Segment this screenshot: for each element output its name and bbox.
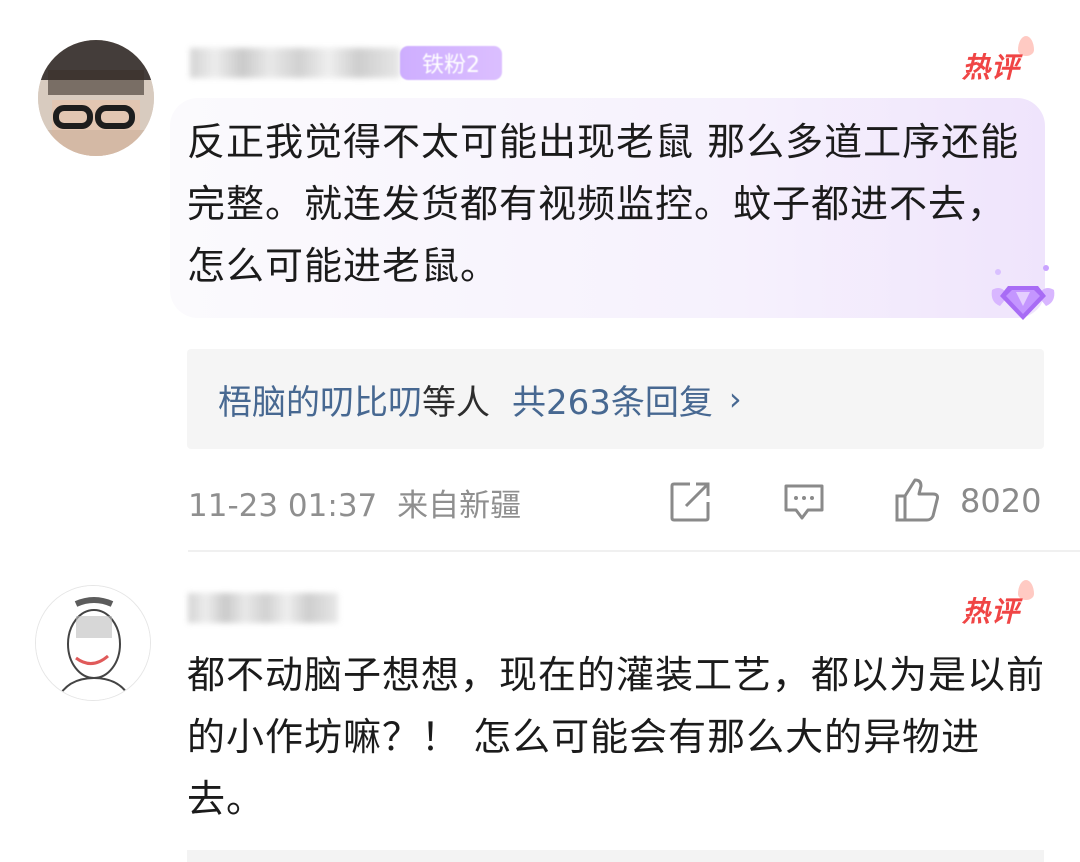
user-avatar-1[interactable] (38, 40, 154, 156)
username-1-blurred[interactable] (190, 48, 400, 78)
reply-others-label: 等人 (422, 382, 490, 423)
thumbs-up-icon[interactable] (893, 476, 941, 524)
like-count: 8020 (960, 482, 1042, 520)
comment-text-2: 都不动脑子想想，现在的灌装工艺，都以为是以前的小作坊嘛？！ 怎么可能会有那么大的… (187, 653, 1046, 821)
gem-icon (991, 265, 1055, 320)
user-avatar-2[interactable] (35, 585, 151, 701)
share-icon[interactable] (668, 480, 712, 524)
comment-feed: 铁粉2 热评 反正我觉得不太可能出现老鼠 那么多道工序还能完整。就连发货都有视频… (0, 0, 1080, 862)
flame-icon (1018, 580, 1034, 600)
username-2-blurred[interactable] (188, 593, 338, 623)
next-replies-box[interactable] (187, 850, 1044, 862)
fan-badge: 铁粉2 (400, 46, 502, 80)
comment-icon[interactable] (782, 482, 826, 522)
flame-icon (1018, 36, 1034, 56)
reply-user-names[interactable]: 梧脑的叨比叨 (218, 375, 422, 424)
reply-count[interactable]: 共263条回复 (512, 375, 713, 424)
comment-text-1: 反正我觉得不太可能出现老鼠 那么多道工序还能完整。就连发货都有视频监控。蚊子都进… (187, 120, 1020, 288)
hot-comment-badge-1: 热评 (962, 51, 1021, 84)
timestamp: 11-23 01:37 (188, 488, 378, 524)
location: 来自新疆 (397, 488, 522, 524)
chevron-right-icon[interactable]: › (729, 380, 742, 418)
hot-comment-badge-2: 热评 (962, 595, 1021, 628)
divider (188, 550, 1080, 552)
replies-summary[interactable]: 梧脑的叨比叨 等人 共263条回复 › (187, 349, 1044, 449)
comment-meta-1: 11-23 01:37 来自新疆 (188, 480, 521, 525)
